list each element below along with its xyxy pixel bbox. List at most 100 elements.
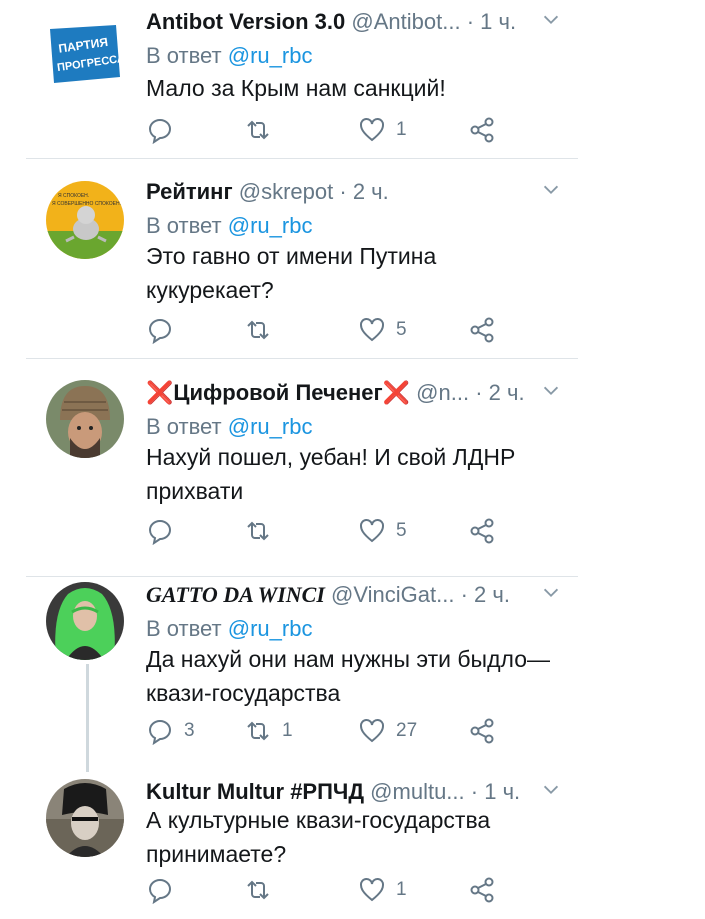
- display-name[interactable]: Рейтинг: [146, 179, 233, 204]
- tweet-actions: 3 1 27: [146, 716, 526, 746]
- like-button[interactable]: 5: [358, 315, 407, 345]
- avatar[interactable]: [46, 779, 124, 857]
- retweet-button[interactable]: [244, 875, 282, 905]
- divider: [26, 158, 578, 159]
- retweet-button[interactable]: [244, 115, 282, 145]
- separator-dot: ·: [339, 179, 347, 204]
- tweet-text: Да нахуй они нам нужны эти быдло—квази-г…: [146, 646, 550, 706]
- tweet-text: А культурные квази-государства принимает…: [146, 807, 491, 867]
- heart-icon: [358, 876, 386, 904]
- share-button[interactable]: [468, 516, 496, 546]
- tweet-header: Рейтинг @skrepot · 2 ч.: [146, 175, 645, 209]
- reply-icon: [146, 517, 174, 545]
- mention-link[interactable]: @ru_rbc: [228, 213, 313, 238]
- reply-button[interactable]: [146, 875, 184, 905]
- like-button[interactable]: 1: [358, 875, 407, 905]
- timestamp[interactable]: 2 ч.: [474, 582, 510, 607]
- avatar[interactable]: [46, 582, 124, 660]
- tweet-text: Мало за Крым нам санкций!: [146, 75, 446, 101]
- reply-button[interactable]: 3: [146, 716, 195, 746]
- share-button[interactable]: [468, 875, 496, 905]
- reply-to-line: В ответ @ru_rbc: [146, 41, 312, 71]
- retweet-count: 1: [282, 720, 293, 741]
- share-icon: [468, 717, 496, 745]
- tweet-actions: 1: [146, 875, 526, 905]
- user-handle[interactable]: @Antibot...: [351, 9, 460, 34]
- timestamp[interactable]: 1 ч.: [480, 9, 516, 34]
- like-button[interactable]: 1: [358, 115, 407, 145]
- reply-icon: [146, 876, 174, 904]
- reply-to-label: В ответ: [146, 414, 222, 439]
- display-name[interactable]: Kultur Multur #РПЧД: [146, 779, 364, 804]
- retweet-icon: [244, 517, 272, 545]
- user-handle[interactable]: @VinciGat...: [331, 582, 454, 607]
- avatar[interactable]: [46, 380, 124, 458]
- retweet-icon: [244, 876, 272, 904]
- share-icon: [468, 517, 496, 545]
- retweet-icon: [244, 316, 272, 344]
- share-icon: [468, 316, 496, 344]
- heart-icon: [358, 517, 386, 545]
- display-name[interactable]: Antibot Version 3.0: [146, 9, 345, 34]
- reply-button[interactable]: [146, 315, 184, 345]
- reply-to-line: В ответ @ru_rbc: [146, 614, 312, 644]
- share-button[interactable]: [468, 315, 496, 345]
- chevron-down-icon[interactable]: [540, 9, 562, 31]
- share-icon: [468, 116, 496, 144]
- divider: [26, 576, 578, 577]
- share-icon: [468, 876, 496, 904]
- display-name[interactable]: Цифровой Печенег: [173, 380, 382, 405]
- tweet[interactable]: Я СПОКОЕН. Я СОВЕРШЕННО СПОКОЕН. Рейтинг…: [0, 175, 705, 355]
- display-name[interactable]: GATTO DA WINCI: [146, 582, 325, 607]
- divider: [26, 358, 578, 359]
- mention-link[interactable]: @ru_rbc: [228, 414, 313, 439]
- reply-button[interactable]: [146, 516, 184, 546]
- mention-link[interactable]: @ru_rbc: [228, 43, 313, 68]
- timestamp[interactable]: 1 ч.: [484, 779, 520, 804]
- heart-icon: [358, 316, 386, 344]
- tweet-actions: 5: [146, 315, 526, 345]
- heart-icon: [358, 116, 386, 144]
- avatar[interactable]: ПАРТИЯ ПРОГРЕССА: [46, 17, 124, 95]
- chevron-down-icon[interactable]: [540, 582, 562, 604]
- separator-dot: ·: [466, 9, 475, 34]
- reply-to-label: В ответ: [146, 616, 222, 641]
- like-button[interactable]: 5: [358, 516, 407, 546]
- heart-icon: [358, 717, 386, 745]
- tweet-header: ❌Цифровой Печенег❌ @n... · 2 ч.: [146, 376, 645, 410]
- retweet-button[interactable]: 1: [244, 716, 293, 746]
- tweet[interactable]: ПАРТИЯ ПРОГРЕССА Antibot Version 3.0 @An…: [0, 5, 705, 155]
- like-count: 5: [396, 520, 407, 541]
- retweet-icon: [244, 116, 272, 144]
- share-button[interactable]: [468, 115, 496, 145]
- retweet-button[interactable]: [244, 516, 282, 546]
- avatar[interactable]: Я СПОКОЕН. Я СОВЕРШЕННО СПОКОЕН.: [46, 181, 124, 259]
- chevron-down-icon[interactable]: [540, 179, 562, 201]
- reply-to-label: В ответ: [146, 213, 222, 238]
- tweet[interactable]: GATTO DA WINCI @VinciGat... · 2 ч. В отв…: [0, 578, 705, 772]
- share-button[interactable]: [468, 716, 496, 746]
- tweet-text: Нахуй пошел, уебан! И свой ЛДНР прихвати: [146, 444, 516, 504]
- tweet[interactable]: Kultur Multur #РПЧД @multu... · 1 ч. А к…: [0, 775, 705, 919]
- user-handle[interactable]: @n...: [416, 380, 469, 405]
- reply-icon: [146, 316, 174, 344]
- reply-to-line: В ответ @ru_rbc: [146, 211, 312, 241]
- user-handle[interactable]: @skrepot: [239, 179, 333, 204]
- tweet[interactable]: ❌Цифровой Печенег❌ @n... · 2 ч. В ответ …: [0, 376, 705, 566]
- mention-link[interactable]: @ru_rbc: [228, 616, 313, 641]
- tweet-actions: 1: [146, 115, 526, 145]
- like-button[interactable]: 27: [358, 716, 417, 746]
- separator-dot: ·: [475, 380, 483, 405]
- timestamp[interactable]: 2 ч.: [353, 179, 389, 204]
- separator-dot: ·: [470, 779, 479, 804]
- tweet-header: Antibot Version 3.0 @Antibot... · 1 ч.: [146, 5, 645, 39]
- like-count: 1: [396, 879, 407, 900]
- reply-button[interactable]: [146, 115, 184, 145]
- thread-line: [86, 664, 89, 772]
- chevron-down-icon[interactable]: [540, 779, 562, 801]
- tweet-text: Это гавно от имени Путина кукурекает?: [146, 243, 437, 303]
- retweet-button[interactable]: [244, 315, 282, 345]
- chevron-down-icon[interactable]: [540, 380, 562, 402]
- user-handle[interactable]: @multu...: [370, 779, 464, 804]
- timestamp[interactable]: 2 ч.: [489, 380, 525, 405]
